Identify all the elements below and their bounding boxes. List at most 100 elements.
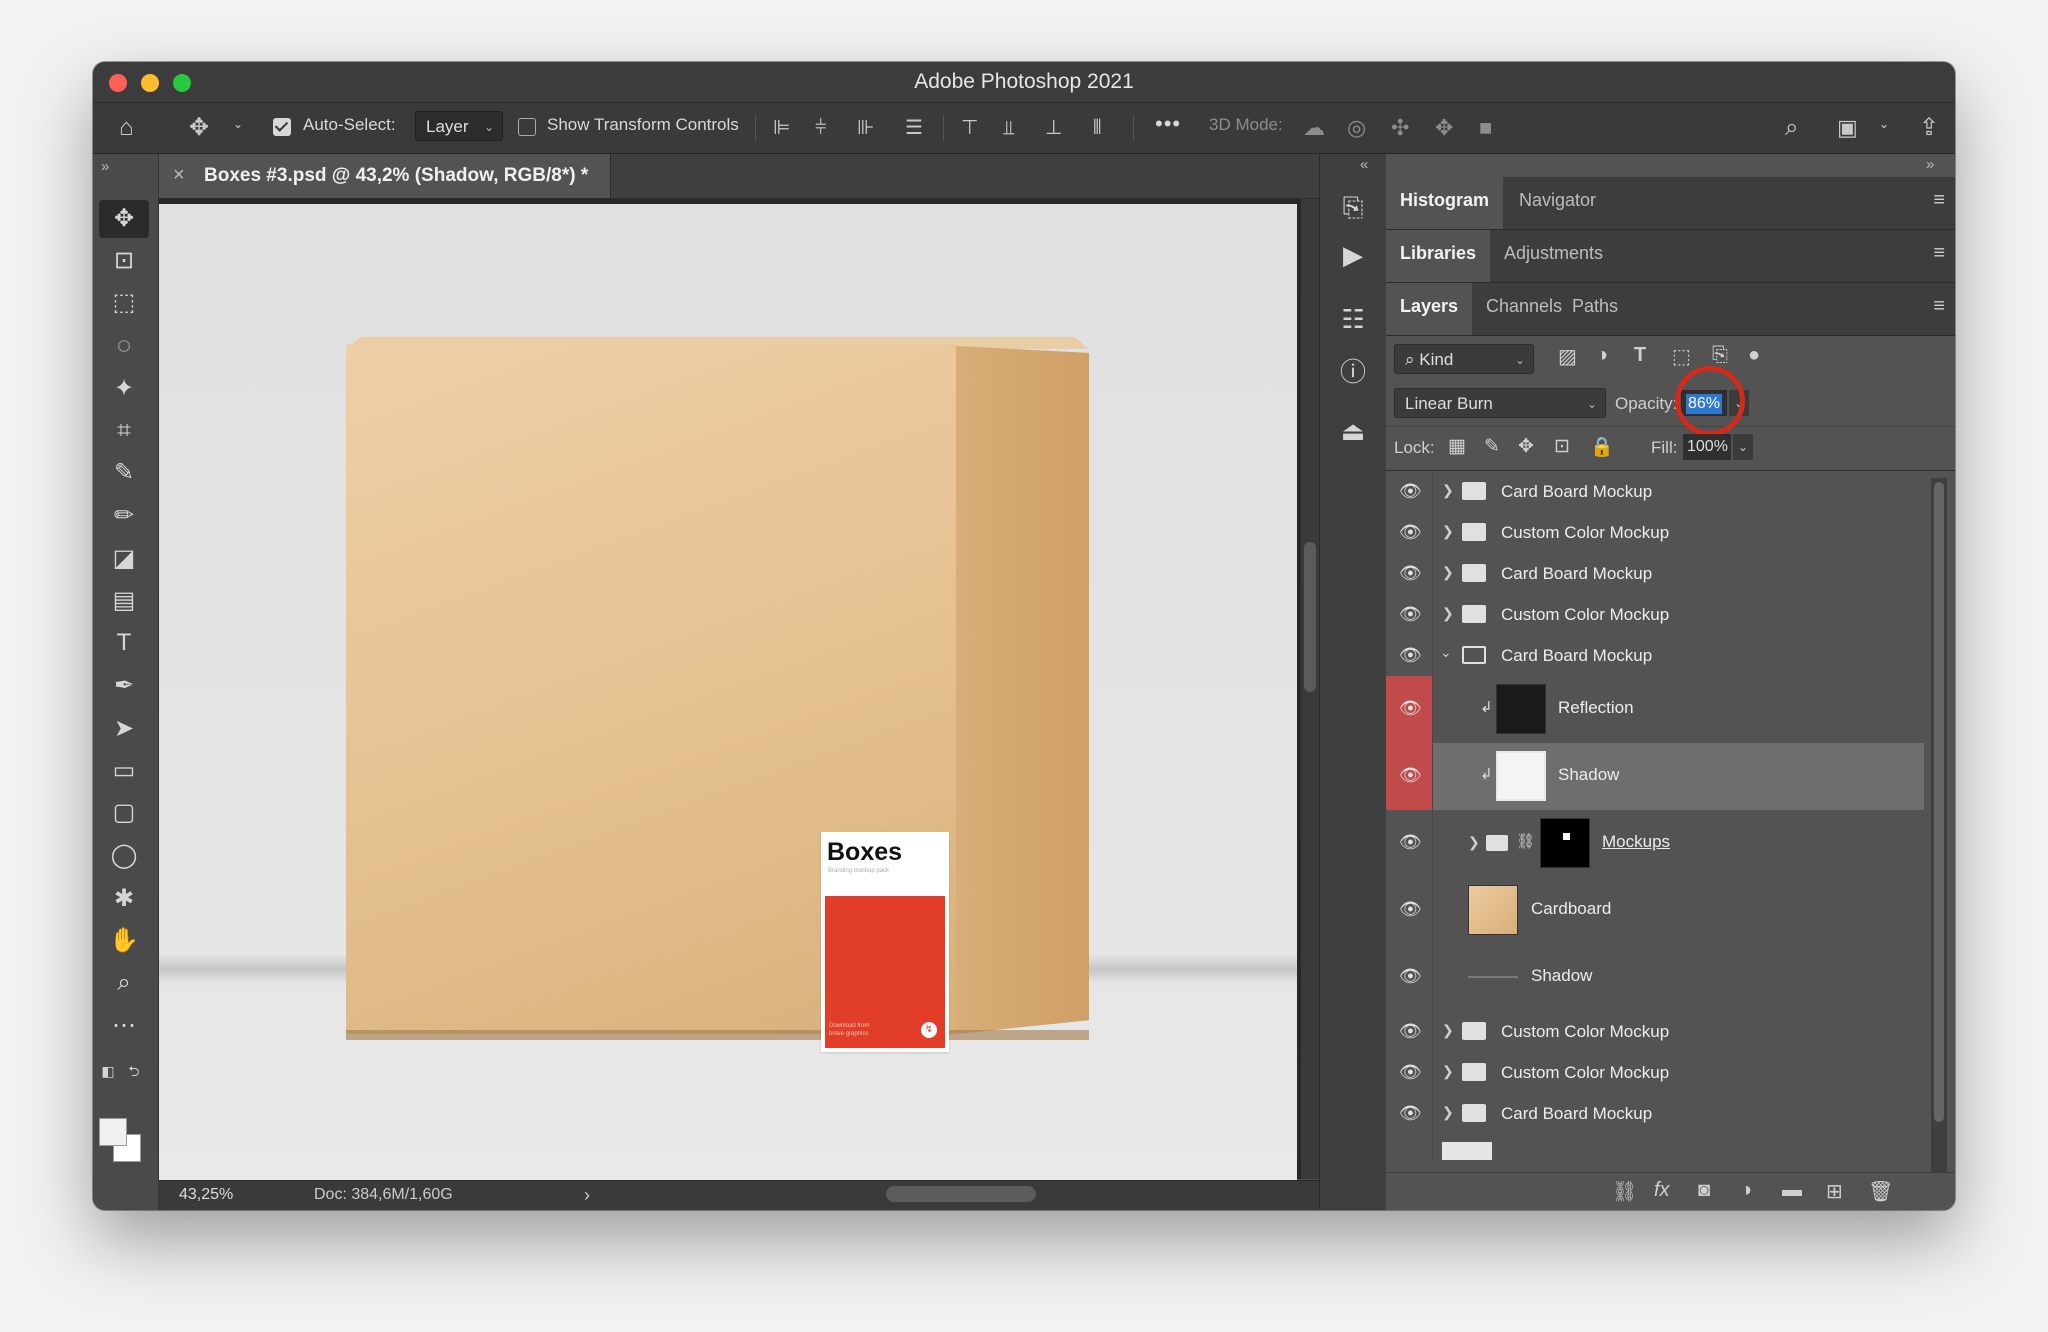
align-right-icon[interactable]: ⊪ [857, 113, 874, 143]
document-tab[interactable]: × Boxes #3.psd @ 43,2% (Shadow, RGB/8*) … [159, 154, 611, 198]
filter-smart-object-icon[interactable]: ⎘ [1712, 344, 1728, 367]
filter-shape-icon[interactable]: ⬚ [1672, 344, 1691, 369]
layer-row[interactable]: 👁 ❯ Custom Color Mockup [1386, 1011, 1924, 1053]
distribute-vertical-icon[interactable]: ⫴ [1093, 113, 1101, 143]
distribute-icon[interactable]: ☰ [905, 113, 923, 143]
visibility-cell[interactable]: 👁 [1386, 810, 1433, 877]
new-layer-icon[interactable]: ⊞ [1826, 1179, 1843, 1204]
expand-caret-icon[interactable]: ❯ [1442, 1063, 1454, 1080]
tab-navigator[interactable]: Navigator [1519, 190, 1596, 211]
visibility-cell[interactable]: 👁 [1386, 635, 1433, 676]
slide-3d-icon[interactable]: ✥ [1435, 113, 1453, 143]
visibility-cell[interactable]: 👁 [1386, 877, 1433, 944]
eraser-tool-icon[interactable]: ◪ [99, 540, 149, 578]
tab-histogram[interactable]: Histogram [1400, 190, 1489, 211]
path-selection-tool-icon[interactable]: ➤ [99, 710, 149, 748]
visibility-cell[interactable]: 👁 [1386, 676, 1433, 743]
chevron-down-icon[interactable]: ⌄ [1879, 117, 1889, 131]
expand-caret-icon[interactable]: ❯ [1468, 834, 1480, 851]
visibility-cell[interactable] [1386, 1134, 1433, 1161]
eye-icon[interactable]: 👁 [1399, 899, 1422, 920]
link-layers-icon[interactable]: ⛓ [1612, 1179, 1637, 1204]
layers-scroll-thumb[interactable] [1934, 482, 1944, 1122]
layer-row[interactable]: 👁 ↲ Reflection [1386, 676, 1924, 744]
history-icon[interactable]: ⎘ [1335, 192, 1371, 224]
layer-row[interactable]: 👁 ❯ Custom Color Mockup [1386, 512, 1924, 554]
more-tools-icon[interactable]: ⋯ [99, 1007, 149, 1045]
chevron-down-icon[interactable]: ⌄ [233, 117, 243, 131]
eye-icon[interactable]: 👁 [1399, 645, 1422, 666]
tab-adjustments[interactable]: Adjustments [1504, 243, 1603, 264]
visibility-cell[interactable]: 👁 [1386, 594, 1433, 635]
actions-play-icon[interactable]: ▶ [1335, 240, 1371, 271]
align-middle-icon[interactable]: ⫫ [1003, 113, 1014, 143]
close-icon[interactable]: × [173, 164, 185, 187]
collapse-right-panels-icon[interactable]: » [1926, 156, 1934, 173]
collapse-caret-icon[interactable]: ⌄ [1440, 644, 1452, 661]
zoom-tool-icon[interactable]: ⌕ [99, 964, 149, 1002]
crop-tool-icon[interactable]: ⌗ [99, 412, 149, 450]
expand-caret-icon[interactable]: ❯ [1442, 1022, 1454, 1039]
link-icon[interactable]: ⛓ [1516, 832, 1535, 850]
align-left-icon[interactable]: ⊫ [773, 113, 790, 143]
visibility-cell[interactable]: 👁 [1386, 1093, 1433, 1134]
lock-transparent-icon[interactable]: ▦ [1448, 435, 1466, 458]
lock-pixels-icon[interactable]: ✎ [1484, 435, 1500, 458]
expand-caret-icon[interactable]: ❯ [1442, 605, 1454, 622]
eye-icon[interactable]: 👁 [1399, 832, 1422, 853]
new-adjustment-icon[interactable]: ◑ [1740, 1179, 1752, 1202]
orbit-3d-icon[interactable]: ☁ [1303, 113, 1325, 143]
panel-menu-icon[interactable]: ≡ [1933, 242, 1945, 265]
fx-icon[interactable]: fx [1654, 1179, 1670, 1202]
expand-caret-icon[interactable]: ❯ [1442, 523, 1454, 540]
layer-thumbnail[interactable] [1442, 1142, 1492, 1160]
expand-caret-icon[interactable]: ❯ [1442, 1104, 1454, 1121]
tab-libraries[interactable]: Libraries [1400, 243, 1476, 264]
collapse-panels-icon[interactable]: « [1360, 156, 1368, 173]
layer-row[interactable] [1386, 1134, 1924, 1161]
layer-row-selected[interactable]: 👁 ↲ Shadow [1386, 743, 1924, 811]
ellipse-tool-icon[interactable]: ◯ [99, 837, 149, 875]
panel-menu-icon[interactable]: ≡ [1933, 189, 1945, 212]
expand-caret-icon[interactable]: ❯ [1442, 564, 1454, 581]
visibility-cell[interactable]: 👁 [1386, 553, 1433, 594]
foreground-color-swatch[interactable] [99, 1118, 127, 1146]
align-center-icon[interactable]: ⫩ [815, 113, 826, 143]
layer-row[interactable]: 👁 Shadow [1386, 944, 1924, 1012]
canvas-vertical-scroll-thumb[interactable] [1304, 542, 1316, 692]
align-top-icon[interactable]: ⊤ [961, 113, 978, 143]
magic-wand-tool-icon[interactable]: ✦ [99, 370, 149, 408]
layer-row[interactable]: 👁 ❯ Card Board Mockup [1386, 471, 1924, 513]
filter-toggle-icon[interactable]: ● [1748, 344, 1760, 367]
search-icon[interactable]: ⌕ [1785, 113, 1798, 143]
layer-thumbnail[interactable] [1496, 751, 1546, 801]
camera-3d-icon[interactable]: ■ [1479, 113, 1492, 143]
visibility-cell[interactable]: 👁 [1386, 944, 1433, 1011]
eye-icon[interactable]: 👁 [1399, 1103, 1422, 1124]
layer-thumbnail[interactable] [1468, 976, 1518, 978]
auto-select-checkbox[interactable] [273, 118, 291, 136]
eyedropper-tool-icon[interactable]: ✎ [99, 454, 149, 492]
panel-menu-icon[interactable]: ≡ [1933, 295, 1945, 318]
filter-kind-dropdown[interactable]: ⌕ Kind ⌄ [1394, 344, 1534, 374]
lock-artboard-icon[interactable]: ⊡ [1554, 435, 1570, 458]
layer-thumbnail[interactable] [1496, 684, 1546, 734]
visibility-cell[interactable]: 👁 [1386, 1011, 1433, 1052]
visibility-cell[interactable]: 👁 [1386, 471, 1433, 512]
brush-tool-icon[interactable]: ✏ [99, 497, 149, 535]
lasso-tool-icon[interactable]: ◌ [99, 327, 149, 365]
artboard-tool-icon[interactable]: ⊡ [99, 242, 149, 280]
tab-channels[interactable]: Channels [1486, 296, 1562, 317]
layer-row[interactable]: 👁 Cardboard [1386, 877, 1924, 945]
roll-3d-icon[interactable]: ◎ [1347, 113, 1366, 143]
new-group-icon[interactable]: ▬ [1782, 1179, 1802, 1202]
layer-row[interactable]: 👁 ❯ Custom Color Mockup [1386, 594, 1924, 636]
custom-shape-tool-icon[interactable]: ✱ [99, 880, 149, 918]
swap-colors-icon[interactable]: ⮌ [119, 1052, 149, 1090]
tab-layers[interactable]: Layers [1400, 296, 1458, 317]
home-icon[interactable]: ⌂ [119, 113, 134, 143]
eye-icon[interactable]: 👁 [1399, 1062, 1422, 1083]
eye-icon[interactable]: 👁 [1399, 522, 1422, 543]
blend-mode-dropdown[interactable]: Linear Burn ⌄ [1394, 388, 1606, 418]
lock-position-icon[interactable]: ✥ [1518, 435, 1534, 458]
